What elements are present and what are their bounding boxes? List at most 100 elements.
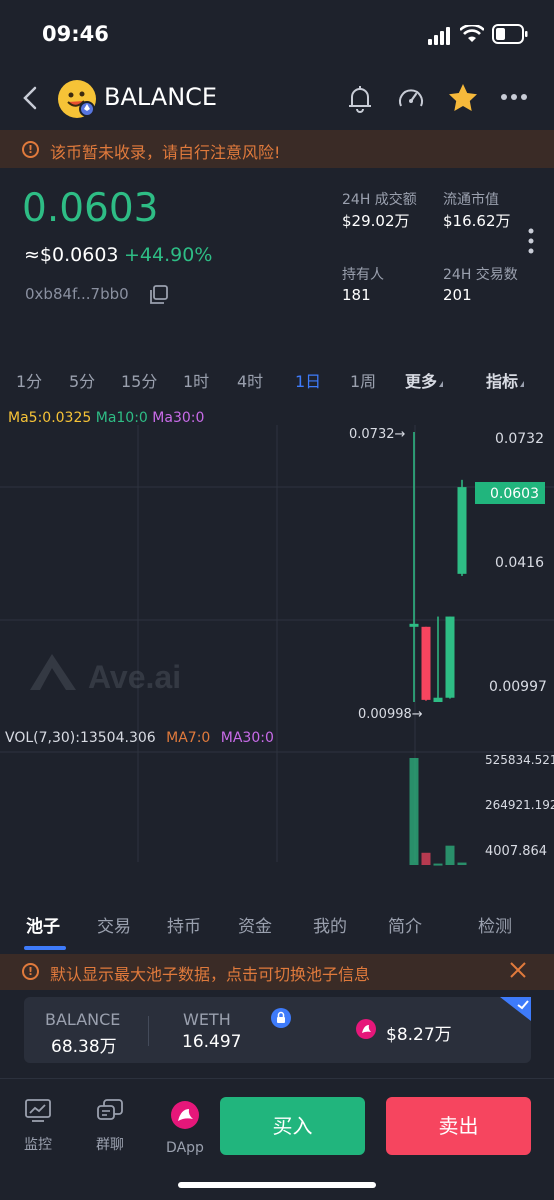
wifi-icon (460, 25, 484, 42)
vol-legend-main: VOL(7,30):13504.306 (5, 730, 156, 746)
warning-icon: ! (22, 141, 39, 158)
status-time: 09:46 (42, 22, 109, 46)
home-indicator (178, 1182, 376, 1188)
holders-label: 持有人 (342, 267, 384, 283)
signal-icon (428, 27, 450, 45)
volume-bar (421, 852, 431, 865)
gauge-icon[interactable] (396, 84, 426, 114)
pool-token-a-label: BALANCE (45, 1010, 121, 1029)
tab-holders[interactable]: 持币 (167, 912, 201, 937)
lock-icon[interactable] (271, 1008, 291, 1028)
watermark: Ave.ai (30, 654, 181, 695)
volume-label: 24H 成交额 (342, 192, 417, 208)
vertical-more-icon[interactable] (526, 228, 536, 254)
chart-grid (0, 425, 554, 862)
dapp-label: DApp (166, 1140, 204, 1156)
market-cap-label: 流通市值 (443, 192, 499, 208)
ma30-legend: Ma30:0 (152, 410, 205, 426)
tx-count-value: 201 (443, 286, 472, 304)
monitor-label: 监控 (24, 1137, 52, 1153)
candle-body (445, 616, 455, 698)
back-button[interactable] (18, 84, 44, 112)
tx-count-label: 24H 交易数 (443, 267, 518, 283)
candle-body (433, 697, 443, 702)
more-label: 更多 (405, 372, 438, 391)
tab-pool[interactable]: 池子 (26, 912, 60, 937)
price-tick-low: 0.00997 (489, 679, 547, 695)
price-usd: ≈$0.0603 (24, 244, 119, 266)
volume-bars-group (409, 758, 467, 866)
battery-icon (492, 24, 528, 44)
price-tick-high: 0.0732 (495, 431, 544, 447)
risk-warning-text: 该币暂未收录，请自行注意风险! (50, 143, 281, 162)
buy-button[interactable]: 买入 (220, 1097, 365, 1155)
contract-address[interactable]: 0xb84f...7bb0 (25, 285, 129, 303)
volume-bar (445, 845, 455, 865)
pool-token-b-value: 16.497 (182, 1032, 242, 1052)
timeframe-15m[interactable]: 15分 (121, 368, 157, 392)
pool-token-a-value: 68.38万 (51, 1037, 117, 1057)
dapp-button[interactable]: DApp (163, 1100, 207, 1156)
timeframe-4h[interactable]: 4时 (237, 368, 263, 392)
chat-icon (97, 1099, 123, 1120)
timeframe-1w[interactable]: 1周 (350, 368, 376, 392)
tab-check[interactable]: 检测 (478, 912, 512, 937)
timeframe-5m[interactable]: 5分 (69, 368, 95, 392)
dapp-icon (171, 1101, 199, 1129)
market-cap-value: $16.62万 (443, 212, 511, 230)
watermark-text: Ave.ai (88, 659, 181, 695)
volume-bar (457, 862, 467, 865)
candle-body (457, 487, 467, 574)
pool-token-b-label: WETH (183, 1010, 231, 1029)
monitor-button[interactable]: 监控 (18, 1098, 58, 1154)
candles-group (409, 432, 467, 702)
tab-mine[interactable]: 我的 (313, 912, 347, 937)
volume-tick-low: 4007.864 (485, 844, 547, 859)
detail-tab-bar (0, 900, 554, 950)
volume-legend: VOL(7,30):13504.306 MA7:0 MA30:0 (5, 730, 274, 746)
timeframe-1h[interactable]: 1时 (183, 368, 209, 392)
holders-value: 181 (342, 286, 371, 304)
volume-tick-high: 525834.521 (485, 753, 554, 767)
pool-liquidity: $8.27万 (386, 1025, 452, 1045)
star-icon[interactable] (447, 82, 479, 114)
volume-tick-mid: 264921.192 (485, 798, 554, 812)
price-change: +44.90% (124, 244, 213, 266)
bell-icon[interactable] (345, 84, 375, 114)
caret-icon (520, 381, 525, 387)
tab-funds[interactable]: 资金 (238, 912, 272, 937)
volume-value: $29.02万 (342, 212, 410, 230)
timeframe-1d[interactable]: 1日 (295, 368, 321, 392)
vol-legend-ma7: MA7:0 (166, 730, 211, 746)
timeframe-more[interactable]: 更多 (405, 368, 444, 392)
volume-bar (409, 758, 419, 865)
indicator-menu[interactable]: 指标 (486, 368, 525, 392)
price-chart[interactable]: Ave.ai 0.0732→ 0.00998→ 0.0732 0.0603 0.… (0, 400, 554, 870)
indicator-label: 指标 (486, 372, 519, 391)
ma10-legend: Ma10:0 (95, 410, 148, 426)
low-marker: 0.00998→ (358, 707, 423, 722)
selected-check-icon (500, 997, 531, 1021)
timeframe-1m[interactable]: 1分 (16, 368, 42, 392)
close-icon[interactable] (508, 960, 528, 980)
copy-icon[interactable] (148, 284, 170, 306)
candle-body (421, 626, 431, 700)
current-price: 0.0603 (22, 186, 159, 231)
vol-legend-ma30: MA30:0 (220, 730, 274, 746)
tab-active-underline (24, 946, 66, 950)
group-chat-label: 群聊 (96, 1137, 124, 1153)
ma5-legend: Ma5:0.0325 (8, 410, 92, 426)
candle-body (409, 623, 419, 627)
tab-intro[interactable]: 简介 (388, 912, 422, 937)
tab-trades[interactable]: 交易 (97, 912, 131, 937)
price-tick-mid: 0.0416 (495, 555, 544, 571)
sell-button[interactable]: 卖出 (386, 1097, 531, 1155)
more-icon[interactable] (500, 92, 528, 102)
ma-legend: Ma5:0.0325 Ma10:0 Ma30:0 (8, 410, 204, 426)
pool-warning-text: 默认显示最大池子数据，点击可切换池子信息 (50, 965, 371, 984)
high-marker: 0.0732→ (349, 427, 405, 442)
monitor-icon (25, 1099, 51, 1122)
caret-icon (439, 381, 444, 387)
token-logo (58, 80, 96, 118)
group-chat-button[interactable]: 群聊 (90, 1098, 130, 1154)
